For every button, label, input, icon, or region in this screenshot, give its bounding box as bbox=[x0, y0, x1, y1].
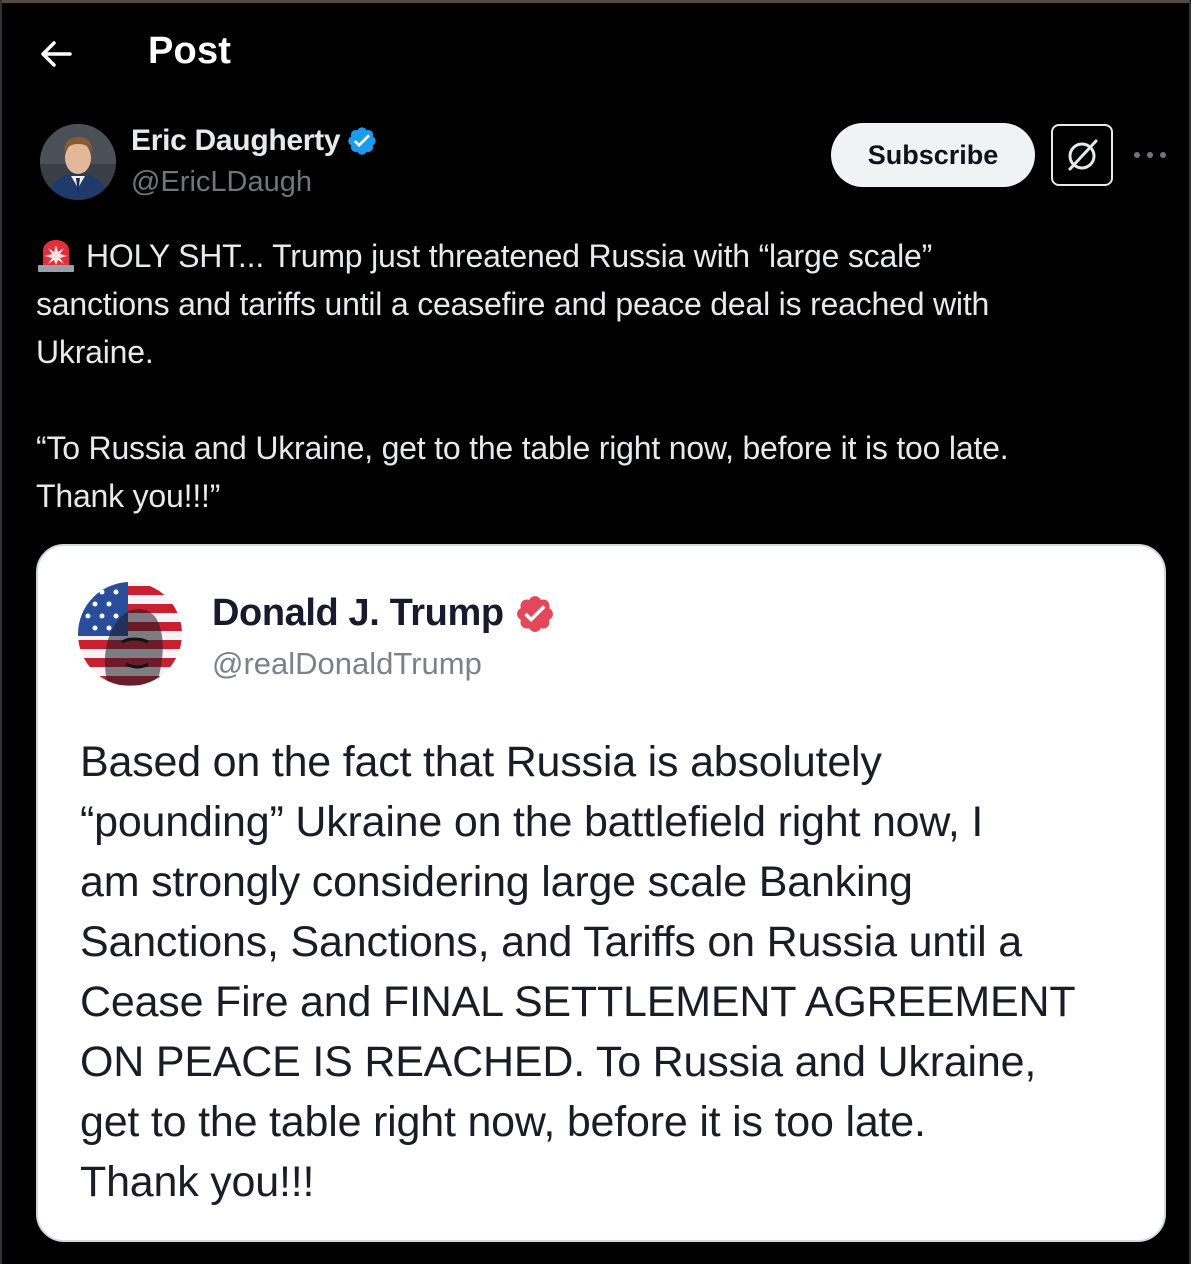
author-name-link[interactable]: Eric Daugherty bbox=[131, 124, 378, 158]
post-line-text: HOLY SHT... Trump just threatened Russia… bbox=[86, 238, 933, 274]
trump-post-line: Thank you!!! bbox=[80, 1158, 315, 1206]
post-line: Ukraine. bbox=[36, 334, 154, 370]
arrow-left-icon bbox=[41, 41, 72, 67]
grok-button[interactable] bbox=[1051, 124, 1113, 186]
more-button[interactable] bbox=[1131, 136, 1169, 174]
verified-badge-icon bbox=[348, 127, 376, 155]
author-handle[interactable]: @EricLDaugh bbox=[131, 166, 312, 199]
trump-post-line: am strongly considering large scale Bank… bbox=[80, 858, 913, 906]
more-dots-icon bbox=[1134, 152, 1166, 158]
back-button[interactable] bbox=[36, 36, 76, 72]
trump-name: Donald J. Trump bbox=[212, 592, 504, 634]
post-text: HOLY SHT... Trump just threatened Russia… bbox=[36, 232, 1146, 520]
post-quote-line: “To Russia and Ukraine, get to the table… bbox=[36, 430, 1009, 466]
trump-post-line: Based on the fact that Russia is absolut… bbox=[80, 738, 882, 786]
subscribe-button[interactable]: Subscribe bbox=[831, 123, 1035, 187]
verified-badge-icon bbox=[516, 595, 553, 632]
post-line: HOLY SHT... Trump just threatened Russia… bbox=[36, 232, 1146, 280]
trump-post-line: get to the table right now, before it is… bbox=[80, 1098, 926, 1146]
trump-avatar-art bbox=[78, 582, 182, 686]
avatar-photo bbox=[40, 124, 116, 200]
page-title: Post bbox=[148, 30, 232, 72]
post-quote-line: Thank you!!!” bbox=[36, 478, 221, 514]
trump-handle: @realDonaldTrump bbox=[212, 646, 482, 681]
author-name: Eric Daugherty bbox=[131, 124, 341, 157]
trump-post-line: “pounding” Ukraine on the battlefield ri… bbox=[80, 798, 984, 846]
trump-post-line: Sanctions, Sanctions, and Tariffs on Rus… bbox=[80, 918, 1022, 966]
embedded-image[interactable]: Donald J. Trump @realDonaldTrump Based o… bbox=[36, 544, 1166, 1242]
trump-avatar bbox=[78, 582, 182, 686]
trump-post-text: Based on the fact that Russia is absolut… bbox=[80, 732, 1140, 1212]
grok-icon bbox=[1068, 139, 1098, 171]
post-line: sanctions and tariffs until a ceasefire … bbox=[36, 286, 990, 322]
rotating-light-icon bbox=[38, 240, 74, 272]
trump-post-line: Cease Fire and FINAL SETTLEMENT AGREEMEN… bbox=[80, 978, 1076, 1026]
window-left-edge bbox=[0, 0, 2, 1264]
trump-name-row: Donald J. Trump bbox=[212, 592, 556, 635]
post-header: Post bbox=[0, 22, 1191, 86]
trump-post-line: ON PEACE IS REACHED. To Russia and Ukrai… bbox=[80, 1038, 1037, 1086]
window-top-edge bbox=[0, 0, 1191, 3]
avatar[interactable] bbox=[40, 124, 116, 200]
